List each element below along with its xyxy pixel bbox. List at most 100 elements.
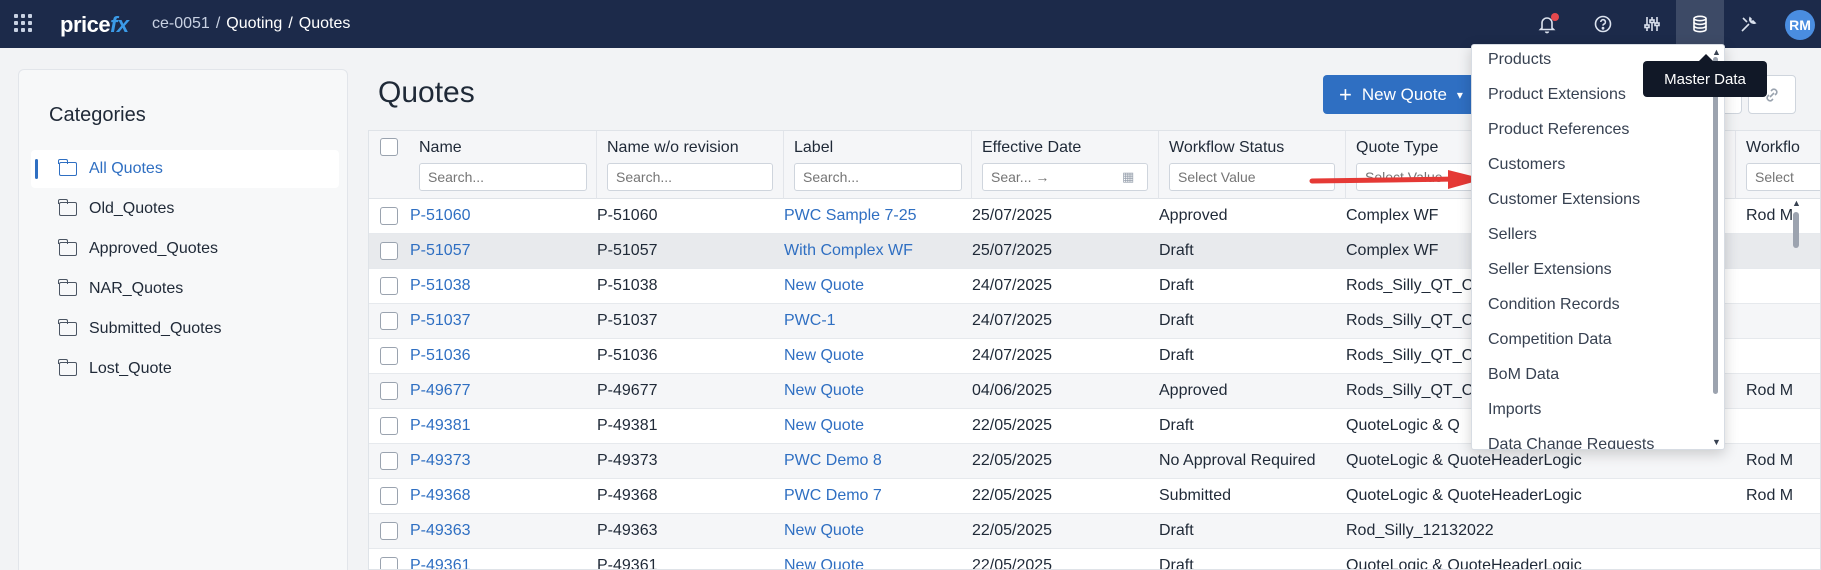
column-header-name[interactable]: Name <box>409 131 597 199</box>
table-row[interactable]: P-49363 P-49363 New Quote 22/05/2025 Draft Ro… <box>369 514 1820 549</box>
table-row[interactable]: P-49361 P-49361 New Quote 22/05/2025 Draft Qu… <box>369 549 1820 569</box>
cell-label[interactable]: PWC-1 <box>784 312 836 330</box>
cell-name[interactable]: P-49363 <box>410 522 471 540</box>
sidebar-item-approved-quotes[interactable]: Approved_Quotes <box>31 230 339 268</box>
row-checkbox[interactable] <box>380 312 398 330</box>
menu-scrollbar[interactable]: ▲ ▼ <box>1712 47 1721 447</box>
row-checkbox[interactable] <box>380 207 398 225</box>
apps-grid-icon[interactable] <box>14 14 32 32</box>
cell-effective-date: 22/05/2025 <box>972 417 1053 434</box>
cell-name[interactable]: P-51057 <box>410 242 471 260</box>
sidebar-item-label: Submitted_Quotes <box>89 320 222 337</box>
row-checkbox[interactable] <box>380 557 398 569</box>
cell-name[interactable]: P-49381 <box>410 417 471 435</box>
cell-quote-type: Complex WF <box>1346 207 1439 224</box>
cell-name[interactable]: P-51060 <box>410 207 471 225</box>
column-header-workflow[interactable]: Workflo <box>1736 131 1820 199</box>
cell-name[interactable]: P-51038 <box>410 277 471 295</box>
row-checkbox[interactable] <box>380 522 398 540</box>
calendar-icon[interactable]: ▦ <box>1122 169 1134 185</box>
column-header-effective-date[interactable]: Effective Date ▦ <box>972 131 1159 199</box>
menu-item-imports[interactable]: Imports <box>1488 401 1541 419</box>
menu-item-seller-extensions[interactable]: Seller Extensions <box>1488 261 1612 279</box>
sidebar-title: Categories <box>49 104 146 126</box>
bell-icon[interactable] <box>1533 10 1561 38</box>
cell-label[interactable]: PWC Demo 7 <box>784 487 882 505</box>
sidebar-item-old-quotes[interactable]: Old_Quotes <box>31 190 339 228</box>
row-checkbox[interactable] <box>380 347 398 365</box>
row-checkbox[interactable] <box>380 382 398 400</box>
cell-name[interactable]: P-49368 <box>410 487 471 505</box>
cell-label[interactable]: New Quote <box>784 417 864 435</box>
help-icon[interactable] <box>1589 10 1617 38</box>
cell-name[interactable]: P-49361 <box>410 557 471 569</box>
breadcrumb-partition[interactable]: ce-0051 <box>152 15 210 33</box>
table-row[interactable]: P-49368 P-49368 PWC Demo 7 22/05/2025 Submit… <box>369 479 1820 514</box>
row-checkbox[interactable] <box>380 242 398 260</box>
cell-effective-date: 24/07/2025 <box>972 347 1053 364</box>
row-checkbox[interactable] <box>380 487 398 505</box>
cell-name-wo-revision: P-49381 <box>597 417 658 434</box>
pricefx-logo[interactable]: pricefx <box>60 12 129 38</box>
menu-item-sellers[interactable]: Sellers <box>1488 226 1537 244</box>
menu-item-product-references[interactable]: Product References <box>1488 121 1629 139</box>
menu-item-competition-data[interactable]: Competition Data <box>1488 331 1612 349</box>
sidebar-item-all-quotes[interactable]: All Quotes <box>31 150 339 188</box>
annotation-arrow-icon <box>1309 170 1484 189</box>
cell-name[interactable]: P-51036 <box>410 347 471 365</box>
name-wo-revision-search-input[interactable] <box>607 163 773 191</box>
column-header-name-wo-revision[interactable]: Name w/o revision <box>597 131 784 199</box>
sidebar-item-nar-quotes[interactable]: NAR_Quotes <box>31 270 339 308</box>
workflow-select[interactable] <box>1746 163 1820 191</box>
cell-name-wo-revision: P-51057 <box>597 242 658 259</box>
cell-name[interactable]: P-51037 <box>410 312 471 330</box>
categories-sidebar: Categories All Quotes Old_Quotes Approve… <box>18 69 348 570</box>
menu-item-customer-extensions[interactable]: Customer Extensions <box>1488 191 1640 209</box>
breadcrumb-quoting[interactable]: Quoting <box>226 15 282 33</box>
cell-quote-type: Complex WF <box>1346 242 1439 259</box>
database-icon[interactable] <box>1686 10 1714 38</box>
scroll-up-icon[interactable]: ▲ <box>1792 198 1801 208</box>
label-search-input[interactable] <box>794 163 962 191</box>
menu-item-condition-records[interactable]: Condition Records <box>1488 296 1620 314</box>
row-checkbox[interactable] <box>380 417 398 435</box>
cell-label[interactable]: New Quote <box>784 347 864 365</box>
sidebar-item-lost-quote[interactable]: Lost_Quote <box>31 350 339 388</box>
sliders-icon[interactable] <box>1638 10 1666 38</box>
cell-label[interactable]: PWC Sample 7-25 <box>784 207 917 225</box>
scroll-up-icon[interactable]: ▲ <box>1712 47 1721 57</box>
menu-scroll-thumb[interactable] <box>1713 57 1718 394</box>
cell-effective-date: 24/07/2025 <box>972 312 1053 329</box>
cell-workflow-status: Draft <box>1159 242 1194 259</box>
cell-name[interactable]: P-49677 <box>410 382 471 400</box>
sidebar-item-submitted-quotes[interactable]: Submitted_Quotes <box>31 310 339 348</box>
cell-label[interactable]: With Complex WF <box>784 242 913 260</box>
column-label: Name <box>419 139 462 156</box>
cell-label[interactable]: PWC Demo 8 <box>784 452 882 470</box>
grid-scroll-thumb[interactable] <box>1793 212 1799 248</box>
cell-effective-date: 22/05/2025 <box>972 487 1053 504</box>
user-avatar[interactable]: RM <box>1785 10 1815 40</box>
row-checkbox[interactable] <box>380 452 398 470</box>
grid-scrollbar[interactable]: ▲ <box>1790 198 1802 570</box>
name-search-input[interactable] <box>419 163 587 191</box>
cell-workflow-status: No Approval Required <box>1159 452 1316 469</box>
menu-item-products[interactable]: Products <box>1488 51 1551 69</box>
menu-item-data-change-requests[interactable]: Data Change Requests <box>1488 436 1654 449</box>
cell-name[interactable]: P-49373 <box>410 452 471 470</box>
tools-icon[interactable] <box>1735 10 1763 38</box>
menu-item-customers[interactable]: Customers <box>1488 156 1565 174</box>
scroll-down-icon[interactable]: ▼ <box>1712 437 1721 447</box>
select-all-checkbox[interactable] <box>380 138 398 156</box>
row-checkbox[interactable] <box>380 277 398 295</box>
cell-label[interactable]: New Quote <box>784 277 864 295</box>
cell-label[interactable]: New Quote <box>784 557 864 569</box>
menu-item-bom-data[interactable]: BoM Data <box>1488 366 1559 384</box>
cell-label[interactable]: New Quote <box>784 382 864 400</box>
cell-label[interactable]: New Quote <box>784 522 864 540</box>
new-quote-button[interactable]: + New Quote ▾ <box>1323 75 1483 114</box>
folder-icon <box>58 279 77 296</box>
menu-item-product-extensions[interactable]: Product Extensions <box>1488 86 1626 104</box>
column-header-label[interactable]: Label <box>784 131 972 199</box>
cell-workflow-status: Approved <box>1159 207 1228 224</box>
